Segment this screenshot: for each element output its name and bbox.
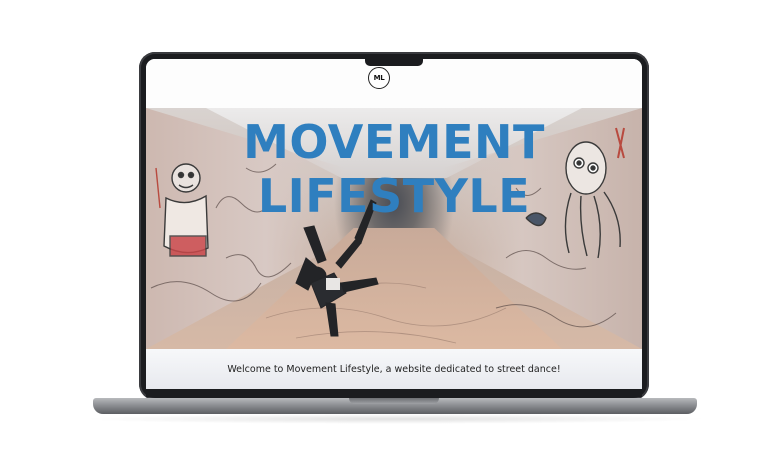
- welcome-text: Welcome to Movement Lifestyle, a website…: [227, 363, 561, 375]
- floor-markings: [265, 282, 507, 344]
- camera-notch: [365, 59, 423, 66]
- hero-title-line1: MOVEMENT: [243, 115, 545, 169]
- hero-title-line2: LIFESTYLE: [257, 169, 531, 223]
- hero-banner: MOVEMENT LIFESTYLE: [146, 108, 642, 349]
- laptop-bottom-bezel: [146, 389, 642, 397]
- logo-badge[interactable]: ML: [368, 67, 390, 89]
- welcome-banner: Welcome to Movement Lifestyle, a website…: [146, 349, 642, 389]
- laptop-screen: ML MOVEMENT LIFESTYLE Welcome to Movemen…: [146, 59, 642, 389]
- site-header: ML: [146, 59, 642, 108]
- hero-title: MOVEMENT LIFESTYLE: [146, 116, 642, 222]
- logo-text: ML: [373, 74, 385, 82]
- laptop-shadow: [80, 414, 710, 424]
- laptop-base-groove: [349, 398, 439, 404]
